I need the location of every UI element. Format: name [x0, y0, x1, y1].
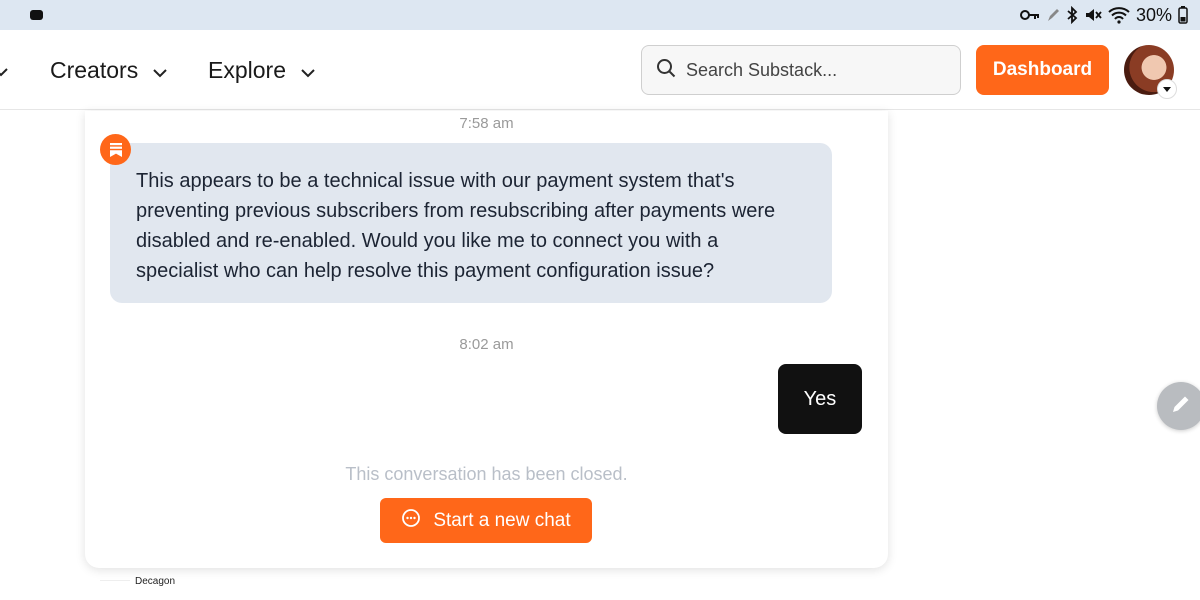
message-timestamp: 7:58 am	[459, 115, 514, 132]
nav-explore-label: Explore	[208, 56, 286, 83]
chevron-down-icon[interactable]	[0, 64, 8, 82]
footer-brand: Decagon	[135, 576, 176, 587]
search-icon	[656, 58, 676, 83]
chat-panel: 7:58 am This appears to be a technical i…	[85, 111, 888, 568]
message-timestamp: 8:02 am	[459, 336, 514, 353]
chevron-down-icon	[300, 57, 316, 84]
chevron-down-icon	[152, 57, 168, 84]
battery-percent: 30%	[1135, 4, 1172, 25]
chat-bubble-icon	[401, 508, 421, 534]
top-nav: Creators Explore Dashboard	[0, 30, 1200, 110]
edit-button[interactable]	[1157, 382, 1200, 430]
bot-avatar-icon	[100, 134, 131, 165]
mute-icon	[1084, 6, 1102, 24]
pen-icon	[1046, 7, 1060, 23]
caret-down-icon[interactable]	[1157, 79, 1177, 99]
bot-message-bubble: This appears to be a technical issue wit…	[110, 143, 832, 303]
search-input[interactable]	[686, 59, 936, 81]
camera-icon	[30, 10, 43, 20]
start-new-chat-label: Start a new chat	[433, 509, 571, 531]
divider	[100, 580, 130, 581]
dashboard-button[interactable]: Dashboard	[976, 45, 1109, 95]
start-new-chat-button[interactable]: Start a new chat	[380, 498, 592, 543]
wifi-icon	[1108, 6, 1130, 24]
battery-icon	[1178, 6, 1188, 24]
bluetooth-icon	[1066, 6, 1078, 24]
nav-explore[interactable]: Explore	[208, 54, 316, 86]
pencil-icon	[1170, 393, 1192, 420]
user-message-bubble: Yes	[778, 364, 862, 434]
key-icon	[1019, 8, 1040, 22]
nav-creators-label: Creators	[50, 56, 139, 83]
status-icons: 30%	[1019, 4, 1188, 26]
nav-creators[interactable]: Creators	[50, 54, 168, 86]
status-bar: 30%	[0, 0, 1200, 30]
conversation-closed-notice: This conversation has been closed.	[345, 464, 628, 484]
search-box[interactable]	[641, 45, 961, 95]
